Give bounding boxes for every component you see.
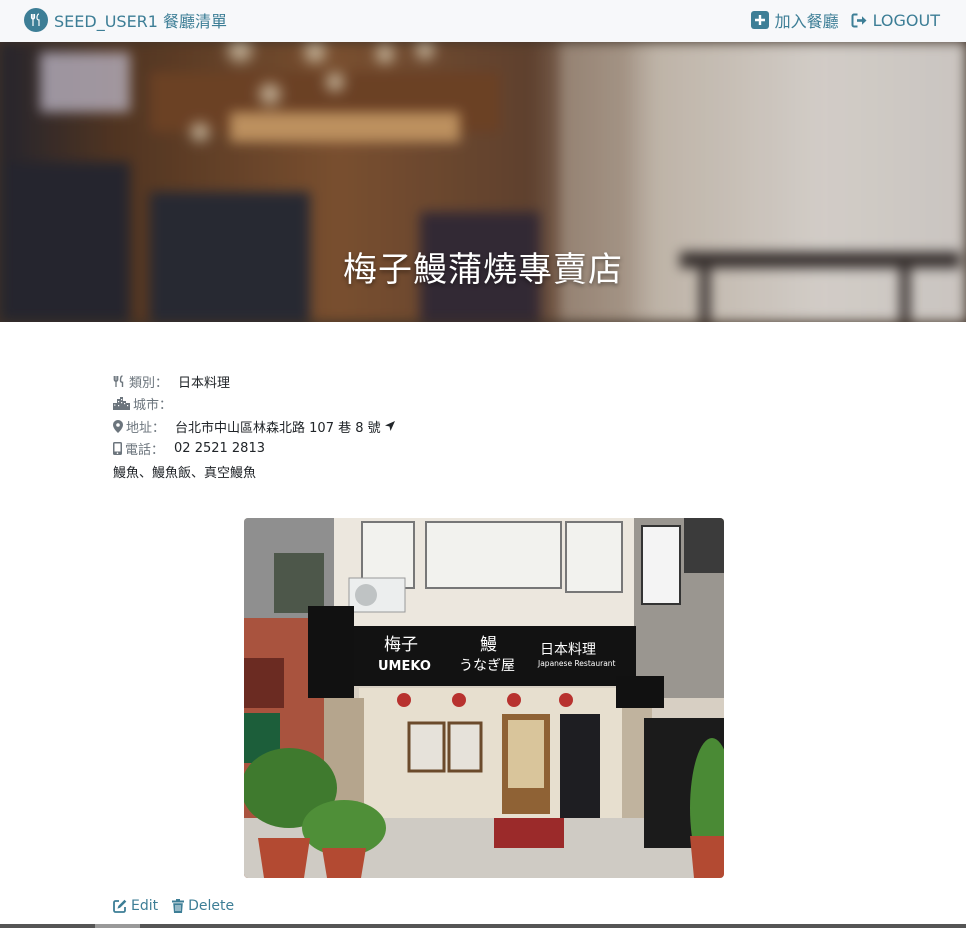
address-value: 台北市中山區林森北路 107 巷 8 號 <box>175 420 381 436</box>
utensils-icon <box>113 375 124 387</box>
phone-row: 電話： 02 2521 2813 <box>113 438 398 461</box>
address-label: 地址： <box>126 420 166 436</box>
map-marker-icon <box>113 419 123 433</box>
navbar: SEED_USER1 餐廳清單 加入餐廳 LOGOUT <box>0 0 966 42</box>
restaurant-name: 梅子鰻蒲燒專賣店 <box>343 250 623 290</box>
city-label: 城市： <box>133 398 173 414</box>
description-row: 鰻魚、鰻魚飯、真空鰻魚 <box>113 460 398 483</box>
utensils-logo-icon <box>24 8 48 32</box>
brand-link[interactable]: SEED_USER1 餐廳清單 <box>24 7 227 33</box>
location-arrow-icon[interactable] <box>384 421 395 432</box>
sign-cuisine-jp: 日本料理 <box>540 642 596 658</box>
hero-banner: 梅子鰻蒲燒專賣店 <box>0 42 966 322</box>
sign-eel-kana: うなぎ屋 <box>459 658 515 674</box>
restaurant-info: 類別： 日本料理 城市： 地址： 台北市中山區林森北路 107 巷 8 號 電話… <box>113 370 398 483</box>
category-row: 類別： 日本料理 <box>113 370 398 393</box>
category-value: 日本料理 <box>178 375 231 391</box>
logout-link[interactable]: LOGOUT <box>851 11 940 30</box>
phone-label: 電話： <box>125 443 165 459</box>
address-row: 地址： 台北市中山區林森北路 107 巷 8 號 <box>113 415 398 438</box>
restaurant-actions: Edit Delete <box>113 898 248 914</box>
city-row: 城市： <box>113 393 398 416</box>
phone-value: 02 2521 2813 <box>174 441 265 457</box>
brand-title: SEED_USER1 餐廳清單 <box>54 12 228 31</box>
city-icon <box>113 397 130 411</box>
sign-brand-en: UMEKO <box>378 659 431 674</box>
edit-label: Edit <box>131 898 159 914</box>
logout-label: LOGOUT <box>872 10 940 30</box>
delete-label: Delete <box>188 898 235 914</box>
delete-link[interactable]: Delete <box>172 898 234 914</box>
sign-out-icon <box>851 13 867 27</box>
category-label: 類別： <box>129 375 169 391</box>
edit-link[interactable]: Edit <box>113 898 158 914</box>
restaurant-photo: 梅子 UMEKO 鰻 うなぎ屋 日本料理 Japanese Restaurant <box>244 518 724 878</box>
scrollbar-thumb[interactable] <box>95 924 140 928</box>
plus-square-icon <box>750 11 769 29</box>
edit-icon <box>113 899 127 913</box>
sign-eel-kanji: 鰻 <box>480 635 497 655</box>
horizontal-scrollbar[interactable] <box>0 924 966 928</box>
trash-icon <box>172 899 185 913</box>
mobile-phone-icon <box>113 442 122 456</box>
sign-cuisine-en: Japanese Restaurant <box>537 659 616 668</box>
add-restaurant-link[interactable]: 加入餐廳 <box>750 8 839 32</box>
add-restaurant-label: 加入餐廳 <box>774 12 839 31</box>
sign-brand-jp: 梅子 <box>384 635 418 655</box>
restaurant-description: 鰻魚、鰻魚飯、真空鰻魚 <box>113 465 257 481</box>
